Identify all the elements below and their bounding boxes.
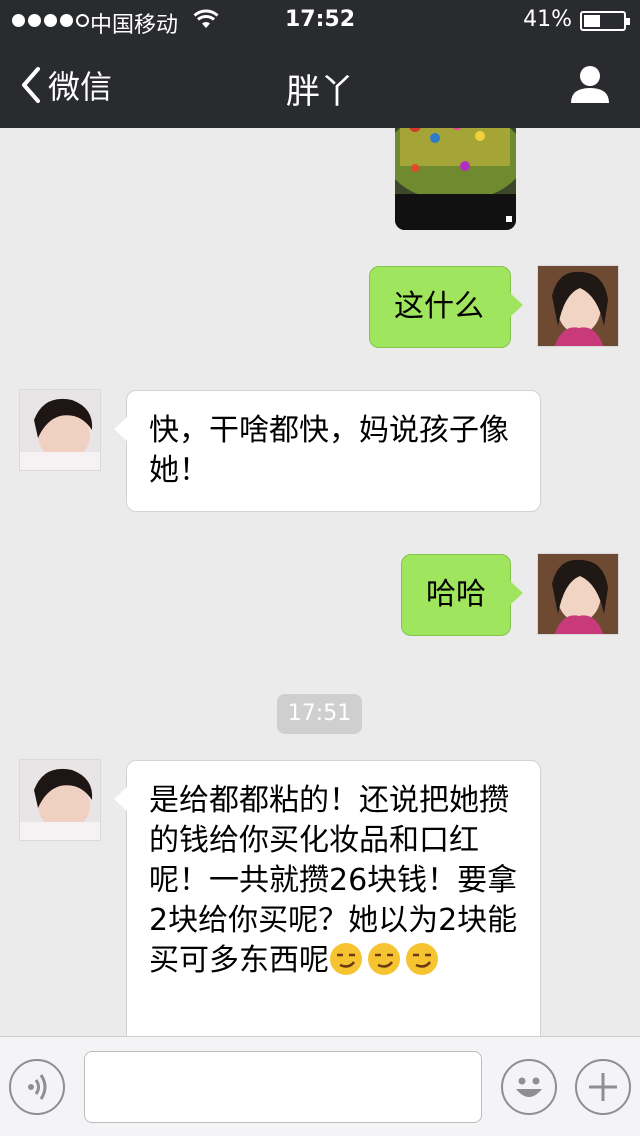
plus-icon [589, 1073, 617, 1101]
status-bar: 中国移动 17:52 41% [0, 0, 640, 40]
battery-percent: 41% [523, 7, 572, 32]
voice-button[interactable] [9, 1059, 65, 1115]
nav-bar: 微信 胖丫 [0, 40, 640, 128]
avatar-photo [538, 266, 618, 346]
top-header: 中国移动 17:52 41% 微信 胖丫 [0, 0, 640, 128]
image-message[interactable] [395, 128, 516, 230]
emoji-button[interactable] [501, 1059, 557, 1115]
message-text: 快，干啥都快，妈说孩子像她！ [149, 413, 509, 488]
my-avatar[interactable] [537, 265, 619, 347]
avatar-photo [20, 390, 100, 470]
received-message-bubble[interactable]: 快，干啥都快，妈说孩子像她！ [114, 390, 541, 512]
image-thumbnail [395, 128, 516, 230]
chat-area[interactable]: 这什么 快，干啥都快，妈说孩子像她！ 哈哈 17:51 是给都都粘的！还说把她攒… [0, 128, 640, 1036]
smirk-emoji-icon [405, 942, 439, 976]
message-text: 哈哈 [426, 577, 486, 612]
timestamp-badge: 17:51 [277, 694, 362, 734]
chat-title: 胖丫 [286, 72, 354, 112]
emoji-icon [516, 1077, 542, 1097]
received-message-bubble[interactable]: 是给都都粘的！还说把她攒的钱给你买化妆品和口红呢！一共就攒26块钱！要拿2块给你… [114, 760, 541, 1036]
more-button[interactable] [575, 1059, 631, 1115]
message-input[interactable] [84, 1051, 482, 1123]
smirk-emoji-icon [367, 942, 401, 976]
battery-icon [580, 11, 630, 31]
my-avatar[interactable] [537, 553, 619, 635]
input-bar [0, 1036, 640, 1136]
profile-icon[interactable] [570, 64, 610, 104]
avatar-photo [20, 760, 100, 840]
sent-message-bubble[interactable]: 这什么 [369, 266, 523, 348]
smirk-emoji-icon [329, 942, 363, 976]
contact-avatar[interactable] [19, 759, 101, 841]
voice-icon [28, 1074, 47, 1100]
avatar-photo [538, 554, 618, 634]
contact-avatar[interactable] [19, 389, 101, 471]
sent-message-bubble[interactable]: 哈哈 [401, 554, 523, 636]
message-text: 这什么 [394, 289, 484, 324]
